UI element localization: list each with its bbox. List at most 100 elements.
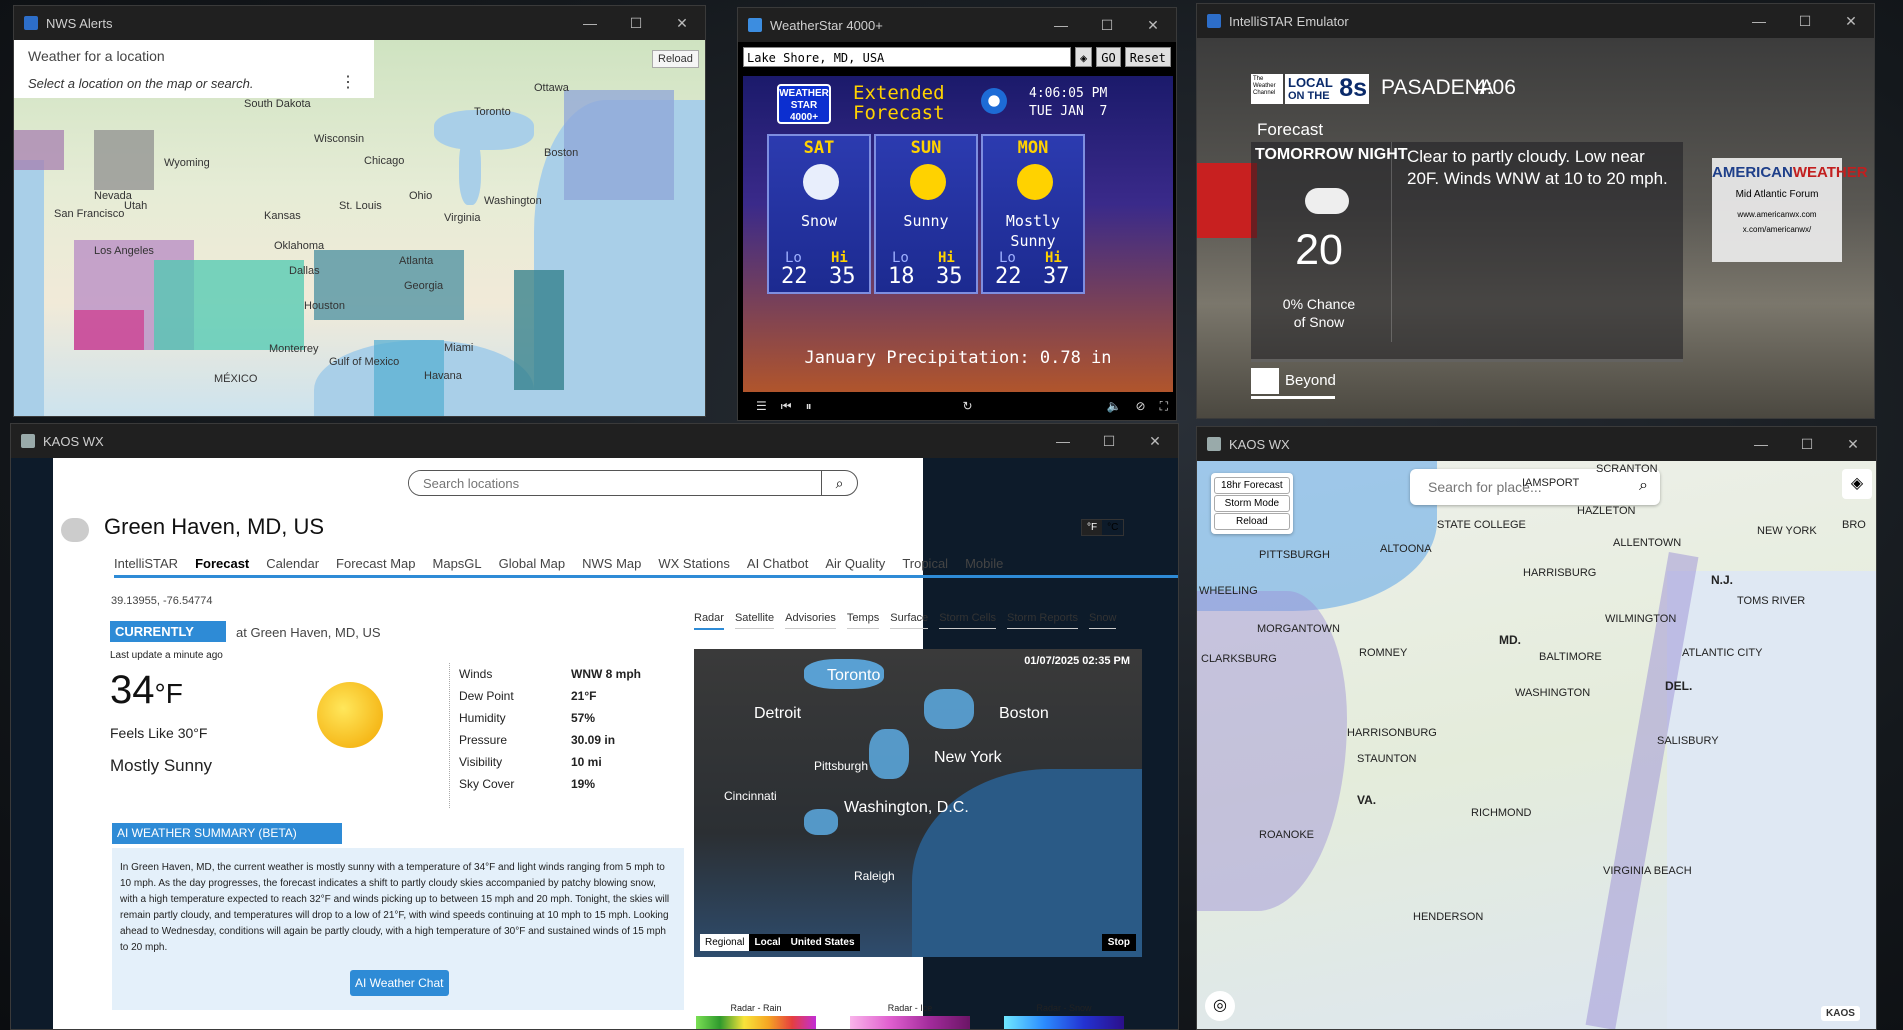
city-label: CLARKSBURG [1201,653,1277,665]
location-input[interactable]: Lake Shore, MD, USA [743,47,1071,67]
location-icon[interactable]: ◎ [1205,991,1235,1021]
map-button-18hr-forecast[interactable]: 18hr Forecast [1214,477,1290,494]
place-search-input[interactable] [1410,469,1620,505]
close-icon[interactable]: ✕ [1830,436,1876,453]
close-icon[interactable]: ✕ [1130,17,1176,34]
detail-row: Dew Point 21°F [459,685,641,707]
pause-icon[interactable]: ⏸ [806,399,812,414]
header-time: 4:06 [1475,76,1516,99]
map-button-list: 18hr Forecast Storm Mode Reload [1214,477,1290,530]
kaos-content: ⌕ Green Haven, MD, US °F °C IntelliSTAR F… [11,458,1178,1029]
maximize-icon[interactable]: ☐ [1782,13,1828,30]
tab-mobile[interactable]: Mobile [965,556,1003,571]
map-tab-surface[interactable]: Surface [890,612,929,629]
maximize-icon[interactable]: ☐ [1784,436,1830,453]
titlebar[interactable]: WeatherStar 4000+ — ☐ ✕ [738,8,1176,42]
tab-forecast-map[interactable]: Forecast Map [336,556,415,571]
forecast-map[interactable]: 18hr ForecastStorm ModeReload ⌕ ◈ SCRANT… [1197,461,1876,1029]
tab-air-quality[interactable]: Air Quality [825,556,885,571]
city-label: South Dakota [244,98,311,110]
day-name: SAT [803,138,835,158]
minimize-icon[interactable]: — [567,15,613,31]
city-label: ROMNEY [1359,647,1408,659]
titlebar[interactable]: KAOS WX — ☐ ✕ [11,424,1178,458]
detail-key: Humidity [459,711,506,725]
snow-icon [803,164,839,200]
tab-nws-map[interactable]: NWS Map [582,556,641,571]
reset-button[interactable]: Reset [1124,47,1171,67]
window-title: KAOS WX [43,433,104,449]
radar-map[interactable]: 01/07/2025 02:35 PM Toronto Detroit Boston… [694,649,1142,957]
minimize-icon[interactable]: — [1040,433,1086,449]
reload-button[interactable]: Reload [652,50,699,68]
titlebar[interactable]: KAOS WX — ☐ ✕ [1197,427,1876,461]
previous-icon[interactable]: ⏮ [781,399,792,414]
day-name: SUN [910,138,942,158]
search-icon[interactable]: ⌕ [821,471,857,495]
coords: 39.13955, -76.54774 [111,595,213,607]
city-label: Ohio [409,190,433,202]
tab-ai-chatbot[interactable]: AI Chatbot [747,556,808,571]
map-button-reload[interactable]: Reload [1214,513,1290,530]
tab-calendar[interactable]: Calendar [266,556,319,571]
search-input[interactable] [409,471,823,495]
search-icon[interactable]: ⌕ [1639,477,1648,495]
map-tab-storm-reports[interactable]: Storm Reports [1007,612,1078,629]
gps-icon[interactable]: ◈ [1075,47,1093,67]
alert-area [94,130,154,190]
minimize-icon[interactable]: — [1038,17,1084,33]
map-tab-temps[interactable]: Temps [846,612,880,629]
tab-wx-stations[interactable]: WX Stations [658,556,730,571]
minimize-icon[interactable]: — [1736,13,1782,29]
weatherstar-content: Lake Shore, MD, USA ◈ GO Reset WEATHER S… [738,42,1176,420]
refresh-icon[interactable]: ↻ [963,399,973,413]
radar-mode-local[interactable]: Local [749,934,786,951]
narration-icon[interactable]: ⊘ [1136,399,1146,413]
stop-button[interactable]: Stop [1101,934,1136,951]
titlebar[interactable]: IntelliSTAR Emulator — ☐ ✕ [1197,4,1874,38]
feels-like: Feels Like 30°F [110,725,208,741]
close-icon[interactable]: ✕ [1132,433,1178,450]
location-panel[interactable]: Weather for a location Select a location… [14,40,374,98]
forecast-card-sun: SUN Sunny Lo Hi 18 35 [874,134,978,294]
maximize-icon[interactable]: ☐ [1084,17,1130,34]
map-tab-advisories[interactable]: Advisories [785,612,836,629]
beyond-label: Beyond [1285,372,1336,389]
tab-mapsgl[interactable]: MapsGL [433,556,482,571]
city-label: St. Louis [339,200,382,212]
city-label: MÉXICO [214,373,258,385]
unit-c-button[interactable]: °C [1102,520,1123,535]
titlebar[interactable]: NWS Alerts — ☐ ✕ [14,6,705,40]
map-tab-snow[interactable]: Snow [1088,612,1117,629]
map-tab-radar[interactable]: Radar [694,612,724,630]
more-menu-icon[interactable]: ⋮ [340,72,356,92]
map-tab-satellite[interactable]: Satellite [734,612,775,629]
layers-icon[interactable]: ◈ [1842,469,1872,499]
nws-map[interactable]: Weather for a location Select a location… [14,40,705,416]
radar-mode-regional[interactable]: Regional [700,934,750,951]
close-icon[interactable]: ✕ [659,15,705,32]
volume-icon[interactable]: 🔈 [1107,399,1122,413]
minimize-icon[interactable]: — [1738,436,1784,452]
tab-global-map[interactable]: Global Map [499,556,565,571]
maximize-icon[interactable]: ☐ [1086,433,1132,450]
maximize-icon[interactable]: ☐ [613,15,659,32]
city-label: HARRISBURG [1523,567,1597,579]
fullscreen-icon[interactable]: ⛶ [1160,399,1168,414]
go-button[interactable]: GO [1096,47,1121,67]
radar-mode-united-states[interactable]: United States [785,934,860,951]
tab-tropical[interactable]: Tropical [902,556,948,571]
unit-f-button[interactable]: °F [1082,520,1103,535]
kaos-map-window: KAOS WX — ☐ ✕ 18hr Forecast Storm Mode Rel… [1196,426,1877,1030]
detail-row: Pressure 30.09 in [459,729,641,751]
map-tab-storm-cells[interactable]: Storm Cells [939,612,997,629]
map-button-storm-mode[interactable]: Storm Mode [1214,495,1290,512]
ad-brand-1: AMERICAN [1712,164,1793,181]
close-icon[interactable]: ✕ [1828,13,1874,30]
city-label: Wisconsin [314,133,365,145]
tab-intellistar[interactable]: IntelliSTAR [114,556,178,571]
menu-icon[interactable]: ☰ [756,399,767,413]
ai-chat-button[interactable]: AI Weather Chat [350,970,449,996]
city-label: RICHMOND [1471,807,1532,819]
tab-forecast[interactable]: Forecast [195,556,249,571]
